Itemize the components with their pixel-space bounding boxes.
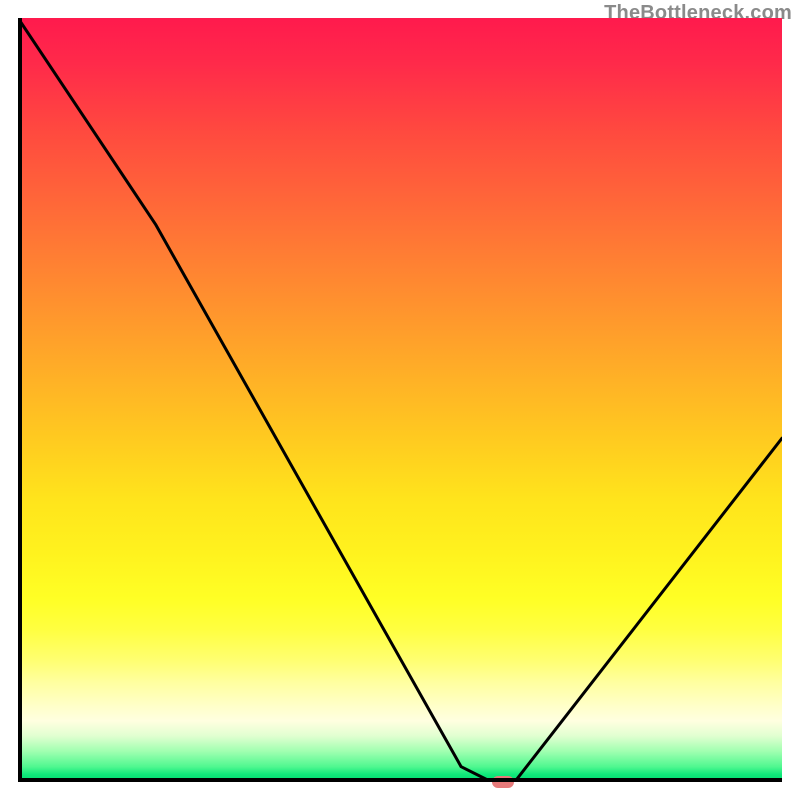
y-axis [18, 18, 22, 782]
gradient-background [18, 18, 782, 782]
chart-container: TheBottleneck.com [0, 0, 800, 800]
x-axis [18, 778, 782, 782]
plot-area [18, 18, 782, 782]
